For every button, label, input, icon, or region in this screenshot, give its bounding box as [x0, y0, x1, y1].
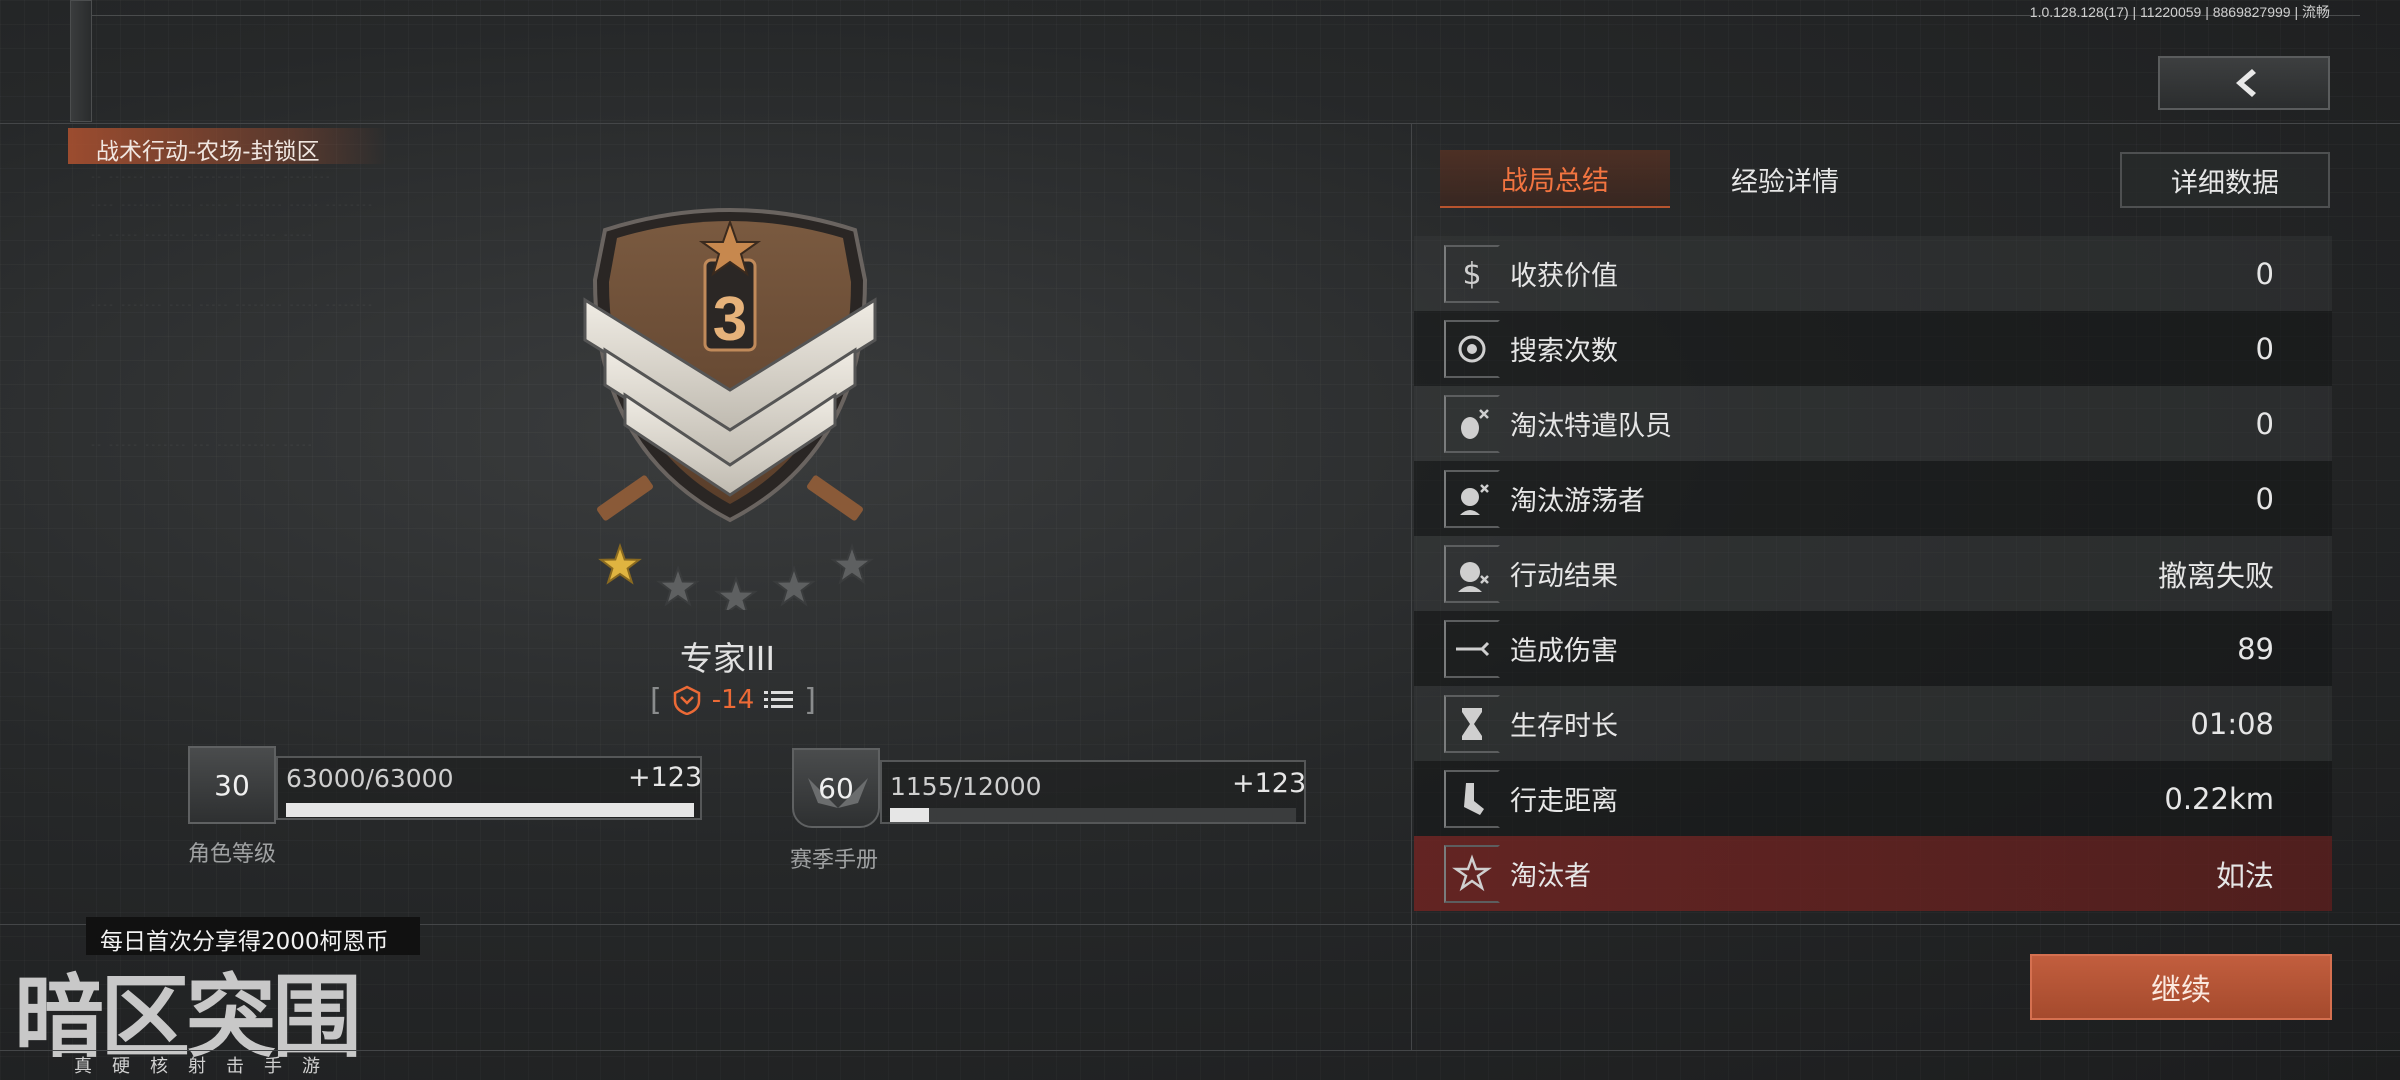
- left-decor-bar: [70, 0, 92, 122]
- stat-row: 造成伤害 89: [1414, 611, 2332, 686]
- footer-divider: [0, 1050, 2400, 1051]
- role-level-value: 30: [214, 768, 250, 802]
- svg-text:$: $: [1462, 257, 1481, 292]
- stat-value: 如法: [2215, 858, 2274, 893]
- search-icon: [1444, 319, 1500, 378]
- season-xp-bar: [890, 808, 1296, 822]
- mode-title: 战术行动-农场-封锁区: [68, 128, 388, 165]
- role-xp-gain: +123: [628, 762, 703, 793]
- top-divider: [70, 15, 2360, 16]
- back-button[interactable]: [2158, 56, 2330, 110]
- stat-label: 淘汰者: [1510, 861, 1591, 892]
- eliminate-operator-icon: [1444, 394, 1500, 453]
- stat-value: 0.22km: [2164, 781, 2274, 816]
- rank-stars: [598, 542, 874, 610]
- killer-star-icon: [1444, 844, 1500, 903]
- stat-row: 淘汰特遣队员 0: [1414, 386, 2332, 461]
- stat-label: 行走距离: [1510, 786, 1618, 817]
- rank-emblem-icon: 3: [583, 208, 877, 523]
- detail-data-button[interactable]: 详细数据: [2120, 152, 2330, 208]
- stat-label: 淘汰游荡者: [1510, 486, 1645, 517]
- stat-row: 行动结果 撤离失败: [1414, 536, 2332, 611]
- tab-summary[interactable]: 战局总结: [1440, 150, 1670, 208]
- damage-icon: [1444, 619, 1500, 678]
- bracket-left: [: [650, 682, 662, 718]
- stat-label: 造成伤害: [1510, 636, 1618, 667]
- stat-value: 0: [2255, 481, 2274, 516]
- role-level-badge: 30: [188, 746, 276, 824]
- season-book-badge: 60: [792, 748, 880, 828]
- role-level-label: 角色等级: [188, 842, 277, 867]
- list-icon[interactable]: [764, 688, 794, 712]
- stat-row: 行走距离 0.22km: [1414, 761, 2332, 836]
- dollar-icon: $: [1444, 244, 1500, 303]
- eliminate-wanderer-icon: [1444, 469, 1500, 528]
- season-xp-text: 1155/12000: [890, 772, 1042, 801]
- stat-label: 生存时长: [1510, 711, 1618, 742]
- season-book-label: 赛季手册: [790, 848, 879, 873]
- bracket-right: ]: [804, 682, 816, 718]
- stat-value: 0: [2255, 331, 2274, 366]
- role-xp-fill: [286, 803, 694, 817]
- rank-change-value: -14: [711, 685, 755, 715]
- stat-row: 生存时长 01:08: [1414, 686, 2332, 761]
- stat-row: 淘汰者 如法: [1414, 836, 2332, 911]
- back-arrow-icon: [2236, 69, 2256, 97]
- star-empty-icon: [714, 574, 758, 610]
- role-xp-text: 63000/63000: [286, 764, 454, 793]
- stat-value: 0: [2255, 256, 2274, 291]
- season-level-value: 60: [818, 771, 854, 805]
- stat-label: 淘汰特遣队员: [1510, 411, 1672, 442]
- star-empty-icon: [656, 564, 700, 607]
- stat-label: 搜索次数: [1510, 336, 1618, 367]
- header-divider: [0, 123, 2400, 124]
- tab-experience[interactable]: 经验详情: [1670, 150, 1900, 208]
- logo-subtitle: 真硬核射击手游: [74, 1056, 340, 1077]
- share-banner[interactable]: 每日首次分享得2000柯恩币: [86, 917, 420, 955]
- stat-label: 收获价值: [1510, 261, 1618, 292]
- stat-row: 淘汰游荡者 0: [1414, 461, 2332, 536]
- stats-list: $ 收获价值 0 搜索次数 0 淘汰特遣队员 0 淘汰游荡者 0 行动结果 撤离失败造成伤害 89 生存…: [1414, 236, 2332, 911]
- rank-change[interactable]: [ -14 ]: [638, 682, 828, 718]
- star-empty-icon: [772, 564, 816, 607]
- hourglass-icon: [1444, 694, 1500, 753]
- season-xp-gain: +123: [1232, 768, 1307, 799]
- stat-label: 行动结果: [1510, 561, 1618, 592]
- star-filled-icon: [598, 542, 642, 585]
- rank-points-icon: [673, 685, 701, 715]
- walking-icon: [1444, 769, 1500, 828]
- rank-name: 专家III: [679, 639, 776, 678]
- mission-result-icon: [1444, 544, 1500, 603]
- version-info: 1.0.128.128(17) | 11220059 | 8869827999 …: [2029, 4, 2330, 20]
- emblem-number: 3: [713, 285, 747, 354]
- stat-value: 0: [2255, 406, 2274, 441]
- star-empty-icon: [830, 542, 874, 585]
- stat-value: 89: [2237, 631, 2274, 666]
- season-xp-fill: [890, 808, 929, 822]
- stat-value: 01:08: [2190, 706, 2274, 741]
- stat-row: 搜索次数 0: [1414, 311, 2332, 386]
- continue-button[interactable]: 继续: [2030, 954, 2332, 1020]
- stat-row: $ 收获价值 0: [1414, 236, 2332, 311]
- panel-divider: [1411, 123, 1412, 1050]
- stat-value: 撤离失败: [2157, 558, 2274, 593]
